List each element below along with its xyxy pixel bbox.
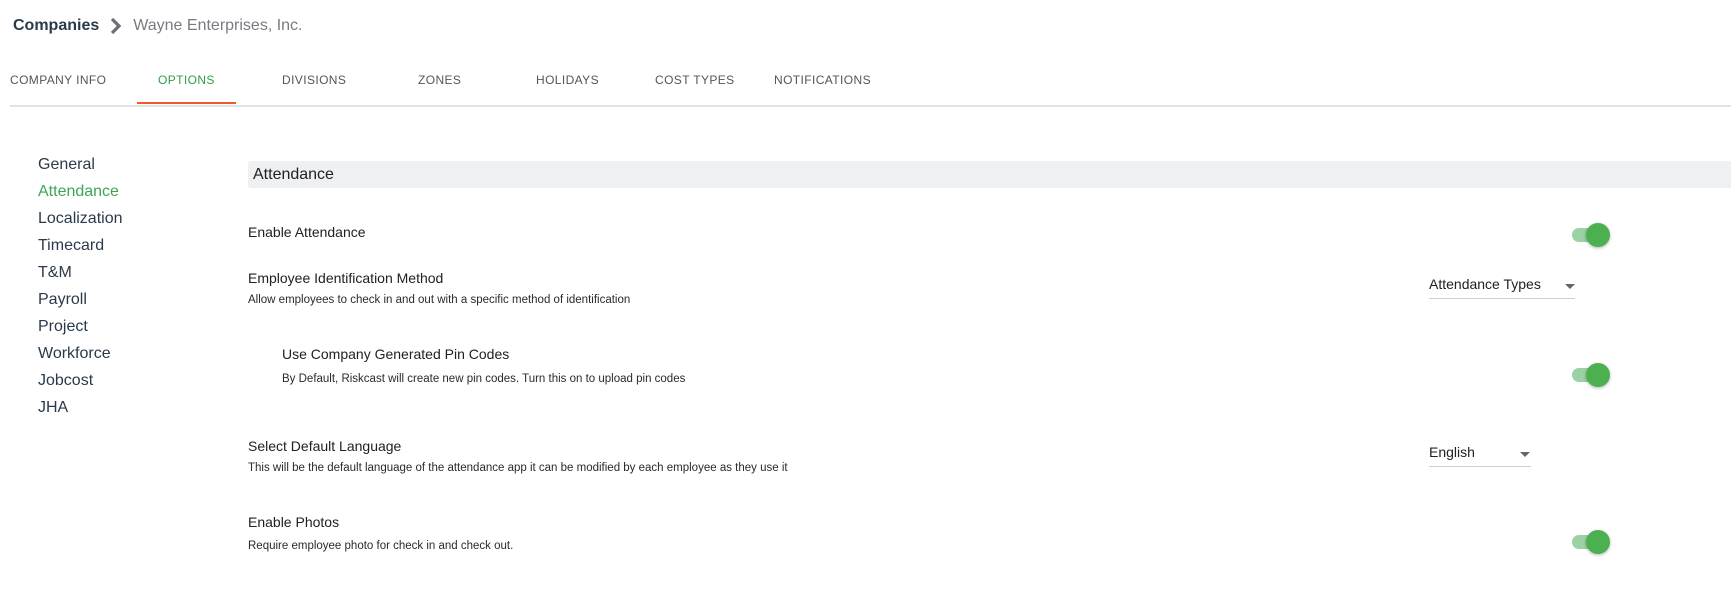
sidenav-item-tm[interactable]: T&M — [38, 262, 123, 289]
toggle-thumb — [1586, 530, 1610, 554]
sidenav-item-project[interactable]: Project — [38, 316, 123, 343]
sidenav-item-general[interactable]: General — [38, 154, 123, 181]
identification-method-select[interactable]: Attendance Types — [1429, 272, 1575, 299]
enable-attendance-toggle[interactable] — [1570, 222, 1610, 247]
section-title: Attendance — [253, 166, 334, 183]
tab-holidays[interactable]: HOLIDAYS — [536, 71, 599, 104]
identification-method-label: Employee Identification Method — [248, 270, 444, 286]
section-header: Attendance — [248, 161, 1731, 188]
enable-photos-description: Require employee photo for check in and … — [248, 540, 514, 552]
pin-codes-description: By Default, Riskcast will create new pin… — [282, 373, 686, 385]
chevron-right-icon — [111, 17, 122, 35]
sidenav-item-timecard[interactable]: Timecard — [38, 235, 123, 262]
sidenav-item-jha[interactable]: JHA — [38, 397, 123, 424]
default-language-description: This will be the default language of the… — [248, 462, 788, 474]
identification-method-description: Allow employees to check in and out with… — [248, 294, 631, 306]
sidenav-item-payroll[interactable]: Payroll — [38, 289, 123, 316]
tab-divisions[interactable]: DIVISIONS — [282, 71, 346, 104]
default-language-select[interactable]: English — [1429, 440, 1531, 467]
dropdown-caret-icon — [1520, 452, 1530, 457]
breadcrumb-root-link[interactable]: Companies — [13, 17, 99, 35]
sidenav-item-localization[interactable]: Localization — [38, 208, 123, 235]
default-language-label: Select Default Language — [248, 438, 402, 454]
tab-cost-types[interactable]: COST TYPES — [655, 71, 735, 104]
tab-company-info[interactable]: COMPANY INFO — [10, 71, 106, 104]
tab-notifications[interactable]: NOTIFICATIONS — [774, 71, 871, 104]
breadcrumb: Companies Wayne Enterprises, Inc. — [13, 17, 303, 35]
enable-photos-toggle[interactable] — [1570, 529, 1610, 554]
options-sidenav: General Attendance Localization Timecard… — [38, 154, 123, 424]
toggle-thumb — [1586, 363, 1610, 387]
enable-attendance-label: Enable Attendance — [248, 224, 366, 240]
toggle-thumb — [1586, 223, 1610, 247]
active-tab-indicator — [137, 102, 236, 104]
pin-codes-label: Use Company Generated Pin Codes — [282, 346, 510, 362]
default-language-value: English — [1429, 444, 1475, 460]
identification-method-value: Attendance Types — [1429, 276, 1541, 292]
sidenav-item-jobcost[interactable]: Jobcost — [38, 370, 123, 397]
tab-options[interactable]: OPTIONS — [158, 71, 215, 104]
sidenav-item-workforce[interactable]: Workforce — [38, 343, 123, 370]
dropdown-caret-icon — [1565, 284, 1575, 289]
enable-photos-label: Enable Photos — [248, 514, 340, 530]
tab-bar: COMPANY INFO OPTIONS DIVISIONS ZONES HOL… — [10, 71, 1731, 107]
pin-codes-toggle[interactable] — [1570, 362, 1610, 387]
breadcrumb-current: Wayne Enterprises, Inc. — [133, 17, 303, 34]
sidenav-item-attendance[interactable]: Attendance — [38, 181, 123, 208]
tab-zones[interactable]: ZONES — [418, 71, 461, 104]
